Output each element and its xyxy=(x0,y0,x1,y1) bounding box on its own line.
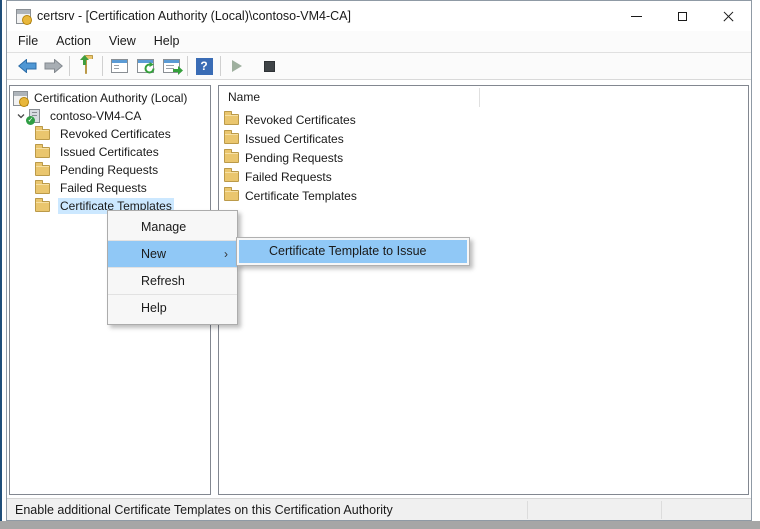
statusbar-pane-divider xyxy=(527,501,528,519)
stop-service-button[interactable] xyxy=(256,54,282,78)
list-item-revoked-certificates[interactable]: Revoked Certificates xyxy=(219,110,748,129)
close-icon xyxy=(722,10,734,22)
column-header-name[interactable]: Name xyxy=(228,90,260,104)
toolbar-separator xyxy=(220,56,221,76)
window-title: certsrv - [Certification Authority (Loca… xyxy=(37,9,351,23)
up-one-level-button[interactable] xyxy=(73,54,99,78)
toolbar: ? xyxy=(7,53,751,80)
console-tree: Certification Authority (Local) contoso-… xyxy=(10,86,210,215)
app-icon xyxy=(16,9,31,24)
context-menu-item-manage[interactable]: Manage xyxy=(108,214,237,240)
folder-icon xyxy=(35,183,50,194)
menu-view[interactable]: View xyxy=(100,31,145,52)
back-arrow-icon xyxy=(18,59,37,73)
maximize-icon xyxy=(678,12,687,21)
folder-icon xyxy=(224,190,239,201)
list-item-label: Certificate Templates xyxy=(245,189,357,203)
new-submenu: Certificate Template to Issue xyxy=(236,237,470,266)
folder-icon xyxy=(35,165,50,176)
context-menu: Manage New › Refresh Help xyxy=(107,210,238,325)
folder-icon xyxy=(224,171,239,182)
server-check-icon xyxy=(29,109,40,123)
submenu-arrow-icon: › xyxy=(224,241,228,267)
menu-help[interactable]: Help xyxy=(145,31,189,52)
folder-icon xyxy=(224,133,239,144)
help-button[interactable]: ? xyxy=(191,54,217,78)
tree-item-issued-certificates[interactable]: Issued Certificates xyxy=(10,143,210,161)
context-menu-item-refresh[interactable]: Refresh xyxy=(108,268,237,294)
window-controls xyxy=(613,1,751,31)
tree-item-label: Revoked Certificates xyxy=(58,126,173,142)
stop-service-icon xyxy=(264,61,275,72)
list-item-label: Pending Requests xyxy=(245,151,343,165)
titlebar[interactable]: certsrv - [Certification Authority (Loca… xyxy=(7,1,751,31)
menubar: File Action View Help xyxy=(7,31,751,53)
tree-item-failed-requests[interactable]: Failed Requests xyxy=(10,179,210,197)
list-item-failed-requests[interactable]: Failed Requests xyxy=(219,167,748,186)
list-item-label: Failed Requests xyxy=(245,170,332,184)
start-service-button[interactable] xyxy=(224,54,250,78)
column-divider[interactable] xyxy=(479,88,480,107)
menu-file[interactable]: File xyxy=(7,31,47,52)
context-menu-item-label: New xyxy=(141,247,166,261)
show-console-tree-button[interactable] xyxy=(106,54,132,78)
background-window-edge xyxy=(0,0,2,521)
folder-icon xyxy=(35,201,50,212)
tree-item-label: Pending Requests xyxy=(58,162,160,178)
certification-authority-icon xyxy=(13,91,28,106)
status-text: Enable additional Certificate Templates … xyxy=(7,503,393,517)
menu-action[interactable]: Action xyxy=(47,31,100,52)
tree-item-revoked-certificates[interactable]: Revoked Certificates xyxy=(10,125,210,143)
help-icon: ? xyxy=(196,58,213,75)
refresh-button[interactable] xyxy=(132,54,158,78)
folder-icon xyxy=(35,129,50,140)
folder-icon xyxy=(224,114,239,125)
context-menu-item-new[interactable]: New › xyxy=(108,241,237,267)
tree-item-pending-requests[interactable]: Pending Requests xyxy=(10,161,210,179)
desktop-taskbar-strip xyxy=(0,521,760,529)
export-list-icon xyxy=(163,59,180,73)
refresh-icon xyxy=(137,59,154,73)
start-service-icon xyxy=(232,60,242,72)
toolbar-separator xyxy=(69,56,70,76)
statusbar: Enable additional Certificate Templates … xyxy=(7,498,751,520)
list-item-label: Issued Certificates xyxy=(245,132,344,146)
back-button[interactable] xyxy=(14,54,40,78)
folder-icon xyxy=(35,147,50,158)
tree-item-label: Issued Certificates xyxy=(58,144,161,160)
list-header: Name xyxy=(219,86,748,108)
list-rows: Revoked Certificates Issued Certificates… xyxy=(219,108,748,205)
close-button[interactable] xyxy=(705,1,751,31)
toolbar-separator xyxy=(187,56,188,76)
folder-icon xyxy=(224,152,239,163)
show-console-tree-icon xyxy=(111,59,128,73)
list-item-label: Revoked Certificates xyxy=(245,113,356,127)
list-item-issued-certificates[interactable]: Issued Certificates xyxy=(219,129,748,148)
minimize-button[interactable] xyxy=(613,1,659,31)
export-list-button[interactable] xyxy=(158,54,184,78)
list-item-pending-requests[interactable]: Pending Requests xyxy=(219,148,748,167)
up-one-level-icon xyxy=(85,59,87,73)
statusbar-pane-divider xyxy=(661,501,662,519)
forward-arrow-icon xyxy=(44,59,63,73)
tree-item-label: Certification Authority (Local) xyxy=(32,90,189,106)
tree-item-label: contoso-VM4-CA xyxy=(48,108,143,124)
results-list-pane: Name Revoked Certificates Issued Certifi… xyxy=(218,85,749,495)
list-item-certificate-templates[interactable]: Certificate Templates xyxy=(219,186,748,205)
tree-item-certification-authority[interactable]: Certification Authority (Local) xyxy=(10,89,210,107)
maximize-button[interactable] xyxy=(659,1,705,31)
minimize-icon xyxy=(631,16,642,17)
context-menu-item-help[interactable]: Help xyxy=(108,295,237,321)
toolbar-separator xyxy=(102,56,103,76)
forward-button[interactable] xyxy=(40,54,66,78)
tree-item-contoso-vm4-ca[interactable]: contoso-VM4-CA xyxy=(10,107,210,125)
submenu-item-certificate-template-to-issue[interactable]: Certificate Template to Issue xyxy=(239,240,467,263)
tree-item-label: Failed Requests xyxy=(58,180,149,196)
